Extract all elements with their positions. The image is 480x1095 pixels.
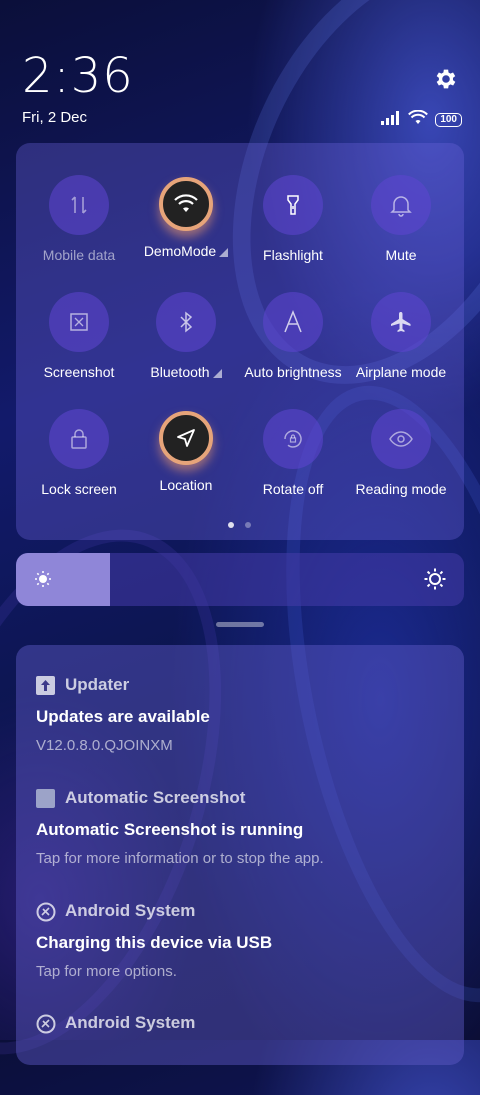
tile-label-text: Airplane mode <box>355 364 447 380</box>
tile-label-text: Flashlight <box>263 247 323 263</box>
tile-label: Mobile data <box>24 247 134 263</box>
brightness-fill <box>16 553 111 606</box>
notification-title: Charging this device via USB <box>36 933 273 952</box>
drag-handle[interactable] <box>216 622 264 627</box>
notification-app-name: Android System <box>65 1013 196 1032</box>
tile-label: DemoMode <box>131 243 241 259</box>
tile-rotate-off[interactable]: Rotate off <box>238 409 348 519</box>
screenshot-app-icon <box>36 788 55 808</box>
tile-label: Auto brightness <box>238 364 348 380</box>
status-bar-icons: 100 <box>381 109 462 130</box>
notification-title: Automatic Screenshot is running <box>36 820 304 839</box>
tile-mute[interactable]: Mute <box>346 175 456 285</box>
page-dot-2[interactable] <box>245 522 251 528</box>
tile-auto-brightness[interactable]: Auto brightness <box>238 292 348 402</box>
mobile-data-icon <box>49 175 109 235</box>
tile-label: Airplane mode <box>346 364 456 380</box>
notification-item[interactable]: Automatic Screenshot Automatic Screenshot… <box>36 788 444 867</box>
page-dot-1[interactable] <box>228 522 234 528</box>
wifi-icon <box>159 177 213 231</box>
tile-label-text: Mobile data <box>42 247 116 263</box>
tile-label-text: Screenshot <box>43 364 115 380</box>
flashlight-icon <box>263 175 323 235</box>
notification-app-name: Android System <box>65 901 196 920</box>
tile-screenshot[interactable]: Screenshot <box>24 292 134 402</box>
tile-reading-mode[interactable]: Reading mode <box>346 409 456 519</box>
lock-icon <box>49 409 109 469</box>
tile-label-text: Rotate off <box>262 481 324 497</box>
tile-label: Rotate off <box>238 481 348 497</box>
tile-label: Location <box>131 477 241 493</box>
tile-label: Screenshot <box>24 364 134 380</box>
screenshot-icon <box>49 292 109 352</box>
tile-demomode[interactable]: DemoMode <box>131 175 241 285</box>
wifi-status-icon <box>408 109 429 130</box>
tile-location[interactable]: Location <box>131 409 241 519</box>
notification-body: Tap for more information or to stop the … <box>36 850 324 867</box>
tile-label-text: Lock screen <box>41 481 117 497</box>
notification-body: V12.0.8.0.QJOINXM <box>36 737 173 754</box>
tile-label: Lock screen <box>24 481 134 497</box>
date: Fri, 2 Dec <box>22 109 88 126</box>
bell-icon <box>371 175 431 235</box>
brightness-low-icon <box>34 570 52 593</box>
expand-arrow-icon <box>219 248 229 257</box>
notification-header: Automatic Screenshot <box>36 788 444 808</box>
signal-icon <box>381 110 401 130</box>
notification-item[interactable]: Android System Charging this device via U… <box>36 901 444 980</box>
tile-flashlight[interactable]: Flashlight <box>238 175 348 285</box>
updater-icon <box>36 675 55 695</box>
tile-label: Bluetooth <box>131 364 241 380</box>
tile-airplane-mode[interactable]: Airplane mode <box>346 292 456 402</box>
eye-icon <box>371 409 431 469</box>
auto-brightness-icon <box>263 292 323 352</box>
settings-gear-icon[interactable] <box>433 66 459 92</box>
notification-item[interactable]: Updater Updates are available V12.0.8.0.QJ… <box>36 675 444 754</box>
tile-label-text: Reading mode <box>355 481 447 497</box>
notification-header: Android System <box>36 1013 444 1033</box>
tile-mobile-data[interactable]: Mobile data <box>24 175 134 285</box>
bluetooth-icon <box>156 292 216 352</box>
android-system-icon <box>36 1014 56 1033</box>
quick-settings-panel: Mobile data DemoMode Flashlight Mute Screens… <box>16 143 464 540</box>
rotate-lock-icon <box>263 409 323 469</box>
tile-lock-screen[interactable]: Lock screen <box>24 409 134 519</box>
notification-title: Updates are available <box>36 707 210 726</box>
expand-arrow-icon <box>212 369 222 378</box>
notification-app-name: Updater <box>65 675 130 694</box>
notification-header: Android System <box>36 901 444 921</box>
tile-label-text: Auto brightness <box>244 364 342 380</box>
tile-label-text: Bluetooth <box>150 364 210 380</box>
brightness-high-icon <box>424 568 446 595</box>
tile-bluetooth[interactable]: Bluetooth <box>131 292 241 402</box>
clock: 2:36 <box>22 48 134 104</box>
tile-label: Reading mode <box>346 481 456 497</box>
tile-label-text: Location <box>159 477 213 493</box>
tile-label-text: DemoMode <box>143 243 217 259</box>
notification-item[interactable]: Android System <box>36 1013 444 1033</box>
android-system-icon <box>36 902 56 921</box>
tile-label: Mute <box>346 247 456 263</box>
brightness-slider[interactable] <box>16 553 464 606</box>
notification-app-name: Automatic Screenshot <box>65 788 246 807</box>
airplane-icon <box>371 292 431 352</box>
tile-label: Flashlight <box>238 247 348 263</box>
page-indicator <box>228 522 251 528</box>
tile-label-text: Mute <box>385 247 417 263</box>
notification-body: Tap for more options. <box>36 963 177 980</box>
notification-panel: Updater Updates are available V12.0.8.0.QJ… <box>16 645 464 1065</box>
notification-header: Updater <box>36 675 444 695</box>
location-icon <box>159 411 213 465</box>
battery-indicator: 100 <box>435 113 462 127</box>
